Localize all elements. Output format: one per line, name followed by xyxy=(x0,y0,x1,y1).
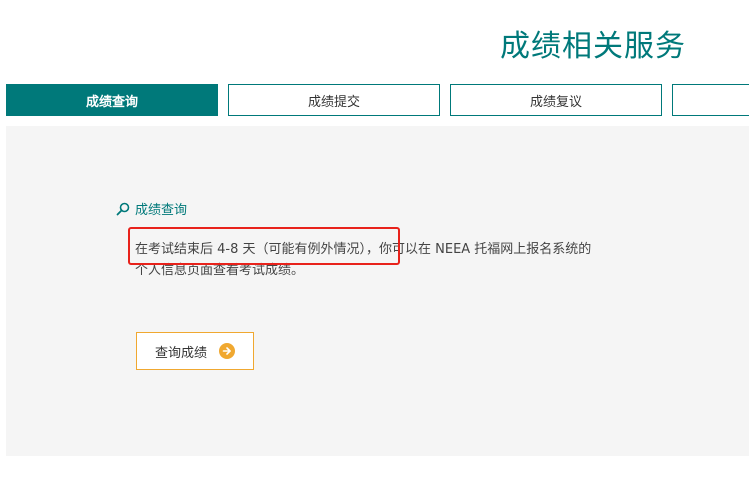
section-heading: 成绩查询 xyxy=(116,199,187,218)
content-panel: 成绩查询 在考试结束后 4-8 天（可能有例外情况），你可以在 NEEA 托福网… xyxy=(6,126,749,456)
tab-score-submit[interactable]: 成绩提交 xyxy=(228,84,440,116)
tab-score-review[interactable]: 成绩复议 xyxy=(450,84,662,116)
highlight-box xyxy=(128,227,400,265)
arrow-right-circle-icon xyxy=(219,343,235,359)
tab-more[interactable] xyxy=(672,84,749,116)
section-title: 成绩查询 xyxy=(135,203,188,218)
tab-score-query[interactable]: 成绩查询 xyxy=(6,84,218,116)
query-score-button[interactable]: 查询成绩 xyxy=(136,332,254,370)
query-button-label: 查询成绩 xyxy=(154,345,207,361)
page-title: 成绩相关服务 xyxy=(500,29,686,64)
tab-bar: 成绩查询 成绩提交 成绩复议 xyxy=(0,84,749,116)
search-icon xyxy=(116,202,130,216)
